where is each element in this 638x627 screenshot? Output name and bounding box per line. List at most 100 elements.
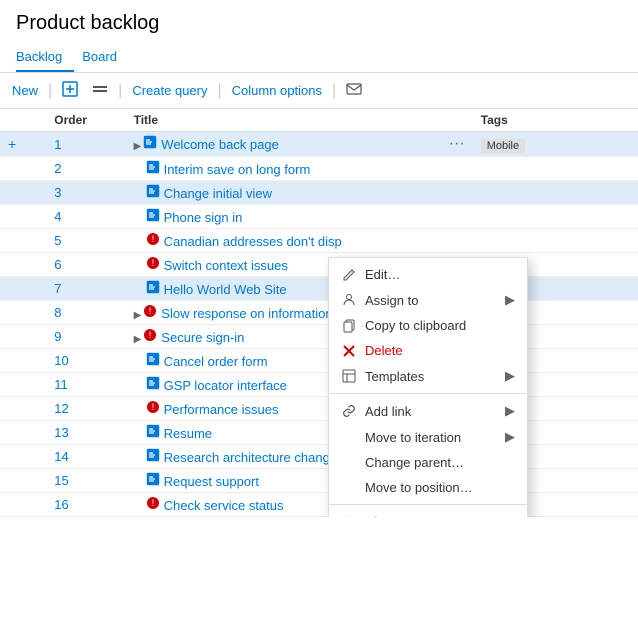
order-cell: 6 xyxy=(46,253,125,277)
ctx-item-add-link[interactable]: Add link ▶ xyxy=(329,398,527,424)
item-title-link[interactable]: Request support xyxy=(164,474,259,489)
new-button[interactable]: New xyxy=(8,81,42,100)
item-title-link[interactable]: Research architecture changes xyxy=(164,450,344,465)
email-button[interactable] xyxy=(342,79,366,102)
item-type-icon xyxy=(146,352,160,366)
item-type-icon: ! xyxy=(143,328,157,342)
item-title-link[interactable]: Check service status xyxy=(164,498,284,513)
ctx-icon xyxy=(341,344,357,358)
ctx-label: Assign to xyxy=(365,293,418,308)
page-title: Product backlog xyxy=(0,0,638,43)
expand-collapse-button[interactable] xyxy=(88,79,112,102)
order-cell: 15 xyxy=(46,469,125,493)
item-title-link[interactable]: Phone sign in xyxy=(164,210,243,225)
item-title-link[interactable]: Performance issues xyxy=(164,402,279,417)
item-title-link[interactable]: Resume xyxy=(164,426,212,441)
expand-collapse-icon xyxy=(92,81,108,100)
email-icon xyxy=(346,81,362,100)
item-type-icon xyxy=(146,280,160,294)
ctx-item-change-parent-[interactable]: Change parent… xyxy=(329,450,527,475)
ctx-item-change-type-[interactable]: Change type… xyxy=(329,509,527,517)
item-title-link[interactable]: Change initial view xyxy=(164,186,272,201)
table-row: 14Research architecture changes xyxy=(0,445,638,469)
menu-separator xyxy=(329,393,527,394)
order-cell: 5 xyxy=(46,229,125,253)
table-row: 5! Canadian addresses don't disp xyxy=(0,229,638,253)
expand-icon[interactable]: ▶ xyxy=(134,141,142,152)
ctx-item-move-to-iteration[interactable]: Move to iteration▶ xyxy=(329,424,527,450)
item-type-icon: ! xyxy=(143,304,157,318)
expand-icon[interactable]: ▶ xyxy=(134,310,142,321)
ctx-label: Templates xyxy=(365,369,424,384)
column-options-button[interactable]: Column options xyxy=(228,81,326,100)
tags-cell xyxy=(473,181,638,205)
table-row: 3 Change initial view xyxy=(0,181,638,205)
add-cell xyxy=(0,349,46,373)
expand-icon[interactable]: ▶ xyxy=(134,334,142,345)
tab-board[interactable]: Board xyxy=(82,43,129,72)
item-title-link[interactable]: Cancel order form xyxy=(164,354,268,369)
tags-cell xyxy=(473,157,638,181)
order-cell: 16 xyxy=(46,493,125,517)
col-tags-header[interactable]: Tags xyxy=(473,109,638,132)
svg-text:!: ! xyxy=(151,498,154,508)
item-title-link[interactable]: Secure sign-in xyxy=(161,330,244,345)
create-query-button[interactable]: Create query xyxy=(128,81,211,100)
table-row: 11GSP locator interface xyxy=(0,373,638,397)
ctx-item-assign-to[interactable]: Assign to ▶ xyxy=(329,287,527,313)
ctx-item-templates[interactable]: Templates ▶ xyxy=(329,363,527,389)
ctx-icon xyxy=(341,515,357,518)
ctx-item-copy-to-clipboard[interactable]: Copy to clipboard xyxy=(329,313,527,338)
item-title-link[interactable]: Hello World Web Site xyxy=(164,282,287,297)
submenu-arrow-icon: ▶ xyxy=(505,403,515,419)
item-type-icon: ! xyxy=(146,400,160,414)
item-title-link[interactable]: Welcome back page xyxy=(161,137,279,152)
submenu-arrow-icon: ▶ xyxy=(505,368,515,384)
item-type-icon xyxy=(146,376,160,390)
svg-text:!: ! xyxy=(151,258,154,268)
svg-text:!: ! xyxy=(149,306,152,316)
table-row: 4Phone sign in xyxy=(0,205,638,229)
item-title-link[interactable]: Slow response on information xyxy=(161,306,332,321)
add-cell xyxy=(0,277,46,301)
item-type-icon xyxy=(146,472,160,486)
item-title-link[interactable]: GSP locator interface xyxy=(164,378,287,393)
item-title-link[interactable]: Switch context issues xyxy=(164,258,288,273)
item-type-icon xyxy=(146,424,160,438)
add-cell xyxy=(0,253,46,277)
table-row: 16! Check service status xyxy=(0,493,638,517)
title-cell: Phone sign in xyxy=(126,205,473,229)
add-cell xyxy=(0,181,46,205)
item-title-link[interactable]: Interim save on long form xyxy=(164,162,311,177)
item-type-icon xyxy=(146,184,160,198)
more-options-icon[interactable]: ··· xyxy=(449,135,465,153)
ctx-label: Add link xyxy=(365,404,411,419)
add-cell xyxy=(0,397,46,421)
table-row: 7Hello World Web Site xyxy=(0,277,638,301)
col-title-header[interactable]: Title xyxy=(126,109,473,132)
col-add-header xyxy=(0,109,46,132)
tab-backlog[interactable]: Backlog xyxy=(16,43,74,72)
add-row-icon[interactable]: + xyxy=(8,136,16,152)
order-cell: 3 xyxy=(46,181,125,205)
ctx-label: Change type… xyxy=(365,514,452,517)
ctx-item-move-to-position-[interactable]: Move to position… xyxy=(329,475,527,500)
submenu-arrow-icon: ▶ xyxy=(505,292,515,308)
item-type-icon xyxy=(143,135,157,149)
item-type-icon xyxy=(146,448,160,462)
tags-cell xyxy=(473,229,638,253)
col-order-header[interactable]: Order xyxy=(46,109,125,132)
ctx-item-delete[interactable]: Delete xyxy=(329,338,527,363)
ctx-label: Change parent… xyxy=(365,455,464,470)
backlog-table: Order Title Tags +1▶Welcome back page···… xyxy=(0,109,638,517)
table-row: 15 Request support xyxy=(0,469,638,493)
svg-text:!: ! xyxy=(149,330,152,340)
ctx-item-edit-[interactable]: Edit… xyxy=(329,262,527,287)
svg-text:!: ! xyxy=(151,234,154,244)
table-row: 12!Performance issues xyxy=(0,397,638,421)
table-row: 9▶!Secure sign-in xyxy=(0,325,638,349)
item-title-link[interactable]: Canadian addresses don't disp xyxy=(164,234,342,249)
add-cell xyxy=(0,445,46,469)
ctx-icon xyxy=(341,293,357,307)
add-child-button[interactable] xyxy=(58,79,82,102)
